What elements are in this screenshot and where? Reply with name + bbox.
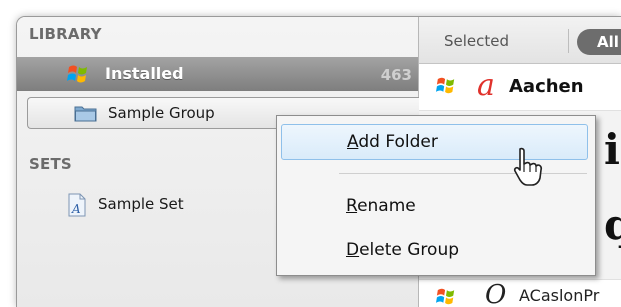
font-preview-line: q xyxy=(604,200,621,249)
menu-mnemonic: A xyxy=(347,132,359,152)
filter-all-tab[interactable]: All xyxy=(577,29,621,55)
font-preview-line: i xyxy=(604,125,620,174)
menu-mnemonic: R xyxy=(346,196,358,216)
sets-heading: SETS xyxy=(29,155,72,173)
installed-label: Installed xyxy=(105,64,184,83)
installed-count: 463 xyxy=(380,66,412,84)
font-name: ACaslonPr xyxy=(519,286,600,305)
folder-icon xyxy=(74,106,97,122)
menu-item-rename[interactable]: Rename xyxy=(281,188,588,224)
font-type-glyph: O xyxy=(485,280,507,307)
filter-bar: Selected All xyxy=(419,17,621,64)
sample-group-label: Sample Group xyxy=(108,104,215,122)
context-menu: Add Folder Rename Delete Group xyxy=(276,115,596,276)
font-name: Aachen xyxy=(509,76,584,97)
font-row-acaslonpro[interactable]: O ACaslonPr xyxy=(419,279,621,307)
filter-separator xyxy=(568,29,569,53)
menu-item-label: ename xyxy=(357,196,416,216)
windows-logo-icon xyxy=(67,65,87,83)
filter-selected-tab[interactable]: Selected xyxy=(444,32,509,50)
font-set-icon: A xyxy=(68,193,86,217)
mouse-cursor-icon xyxy=(513,147,543,186)
windows-logo-icon xyxy=(436,77,455,94)
svg-text:A: A xyxy=(71,202,81,216)
menu-item-label: elete Group xyxy=(359,240,460,260)
library-heading: LIBRARY xyxy=(29,25,102,43)
menu-separator xyxy=(339,173,587,174)
font-type-glyph: a xyxy=(477,68,495,103)
menu-item-label: dd Folder xyxy=(358,132,438,152)
sidebar-item-installed[interactable]: Installed 463 xyxy=(17,57,418,91)
menu-mnemonic: D xyxy=(346,240,360,260)
sample-set-label: Sample Set xyxy=(98,195,184,213)
menu-item-delete-group[interactable]: Delete Group xyxy=(281,232,588,268)
windows-logo-icon xyxy=(436,288,455,305)
font-row-aachen[interactable]: a Aachen xyxy=(419,64,621,111)
